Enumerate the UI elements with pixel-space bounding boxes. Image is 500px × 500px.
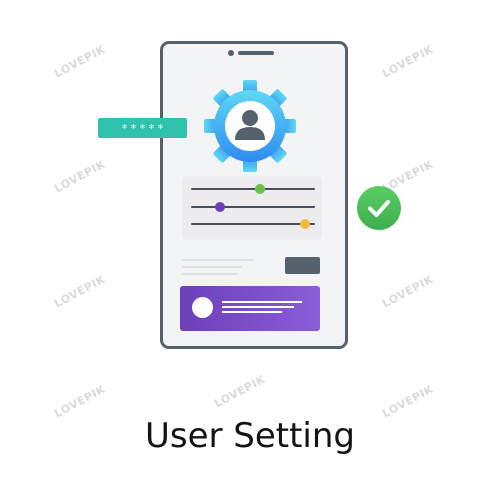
watermark-text: LOVEPIK bbox=[52, 157, 108, 196]
watermark-text: LOVEPIK bbox=[380, 42, 436, 81]
password-badge: * * * * * bbox=[98, 118, 187, 138]
profile-text-line bbox=[222, 301, 302, 303]
text-placeholder-line bbox=[182, 266, 242, 268]
sliders-panel bbox=[182, 177, 322, 239]
watermark-text: LOVEPIK bbox=[380, 272, 436, 311]
text-placeholder-line bbox=[182, 259, 254, 261]
gear-user-icon bbox=[204, 80, 296, 172]
slider-track[interactable] bbox=[191, 223, 315, 225]
profile-text-line bbox=[222, 311, 282, 313]
caption-title: User Setting bbox=[144, 416, 356, 456]
slider-knob[interactable] bbox=[214, 202, 225, 212]
check-icon bbox=[357, 186, 401, 230]
speaker-slot bbox=[238, 51, 274, 55]
watermark-text: LOVEPIK bbox=[212, 372, 268, 411]
camera-dot bbox=[228, 50, 234, 56]
slider-track[interactable] bbox=[191, 206, 315, 208]
password-mask: * * * * * bbox=[121, 121, 164, 135]
profile-text-line bbox=[222, 306, 294, 308]
watermark-text: LOVEPIK bbox=[52, 272, 108, 311]
action-button[interactable] bbox=[285, 257, 320, 274]
text-placeholder-line bbox=[182, 273, 238, 275]
slider-track[interactable] bbox=[191, 188, 315, 190]
watermark-text: LOVEPIK bbox=[52, 42, 108, 81]
profile-avatar bbox=[192, 297, 213, 318]
